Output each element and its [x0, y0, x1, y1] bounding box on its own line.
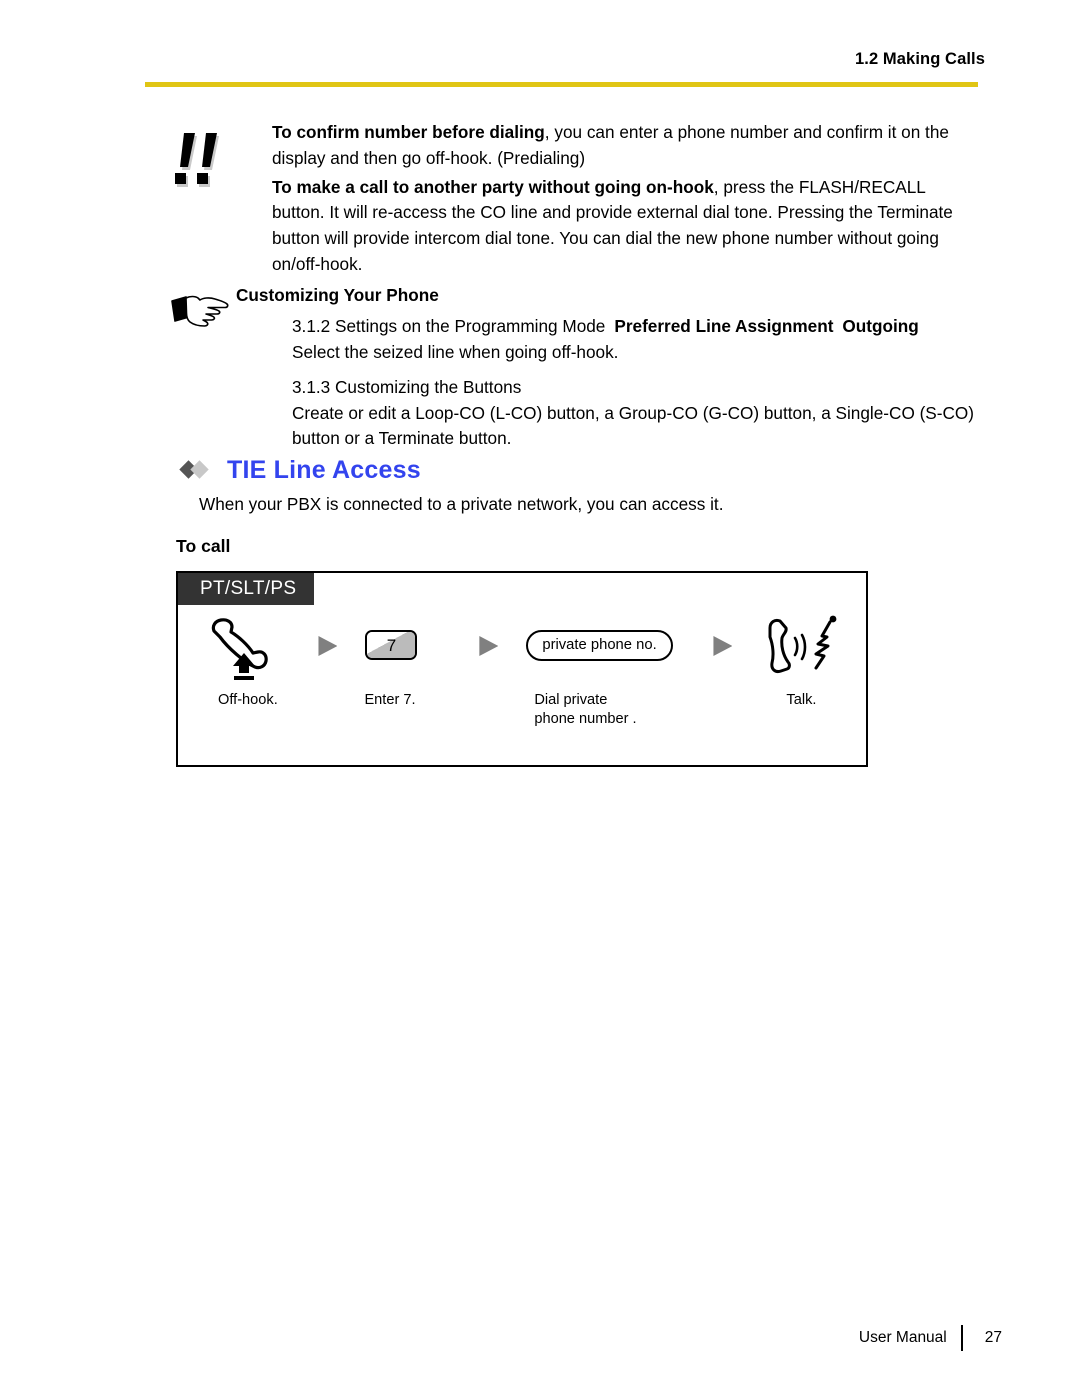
keypad-key-icon: 7: [365, 630, 418, 660]
section-description: When your PBX is connected to a private …: [199, 494, 724, 514]
note-body: To confirm number before dialing, you ca…: [272, 120, 980, 278]
procedure-step: Talk.: [766, 609, 866, 710]
offhook-handset-icon: [211, 618, 268, 680]
procedure-step: 7 Enter 7.: [361, 609, 477, 710]
note-bold-lead: To make a call to another party without …: [272, 176, 714, 197]
customizing-entry-path: 3.1.3 Customizing the Buttons: [292, 377, 522, 398]
procedure-step-label: Talk.: [786, 692, 817, 708]
procedure-phone-type-tab: PT/SLT/PS: [178, 573, 315, 605]
customizing-entry-path: 3.1.2 Settings on the Programming Mode Pr…: [292, 314, 980, 340]
header-rule: [145, 82, 978, 87]
customizing-entry-description: Create or edit a Loop-CO (L-CO) button, …: [292, 402, 975, 449]
note-paragraph: To make a call to another party without …: [272, 175, 980, 278]
procedure-step: private phone no. Dial private phone num…: [526, 609, 707, 728]
page-footer: User Manual 27: [0, 1325, 1080, 1355]
customizing-body: 3.1.2 Settings on the Programming Mode Pr…: [292, 314, 980, 452]
note-block: To confirm number before dialing, you ca…: [168, 120, 980, 278]
procedure-steps: Off-hook. 7 Enter 7. private phone no. D…: [178, 609, 866, 759]
entry-path-bold-1: Preferred Line Assignment: [614, 316, 834, 336]
procedure-box: PT/SLT/PS Off-hook. 7 Enter 7. private p…: [176, 571, 868, 767]
note-bold-lead: To confirm number before dialing: [272, 122, 545, 142]
entry-path-bold-2: Outgoing: [842, 316, 919, 336]
customizing-entry-description: Select the seized line when going off-ho…: [292, 341, 619, 362]
input-pill: private phone no.: [526, 629, 673, 661]
subheading-to-call: To call: [176, 536, 231, 556]
procedure-step: Off-hook.: [200, 609, 310, 710]
footer-divider: [960, 1325, 963, 1351]
procedure-step-label: Off-hook.: [218, 692, 278, 708]
diamond-bullet-icon: [179, 460, 218, 479]
header-section-label: 1.2 Making Calls: [855, 50, 985, 68]
note-paragraph: To confirm number before dialing, you ca…: [272, 120, 980, 172]
section-title: TIE Line Access: [227, 455, 421, 484]
entry-path-plain: 3.1.2 Settings on the Programming Mode: [292, 316, 606, 336]
talk-handset-icon: [768, 615, 837, 673]
procedure-step-label: Enter 7.: [364, 692, 416, 708]
right-triangle-arrow-icon: [713, 636, 733, 656]
footer-page-number: 27: [984, 1329, 1002, 1346]
customizing-title: Customizing Your Phone: [236, 285, 439, 305]
procedure-step-label: Dial private phone number .: [534, 692, 637, 727]
section-heading: TIE Line Access: [179, 453, 421, 487]
keypad-key-label: 7: [386, 635, 397, 655]
pointing-hand-icon: [171, 295, 229, 327]
right-triangle-arrow-icon: [479, 636, 499, 656]
right-triangle-arrow-icon: [318, 636, 338, 656]
double-exclamation-icon: [175, 133, 219, 187]
footer-manual-label: User Manual: [858, 1329, 947, 1346]
customizing-block: Customizing Your Phone 3.1.2 Settings on…: [168, 283, 980, 452]
page-header: 1.2 Making Calls: [0, 0, 1080, 95]
document-page: 1.2 Making Calls To confirm number befor…: [0, 0, 1080, 1397]
